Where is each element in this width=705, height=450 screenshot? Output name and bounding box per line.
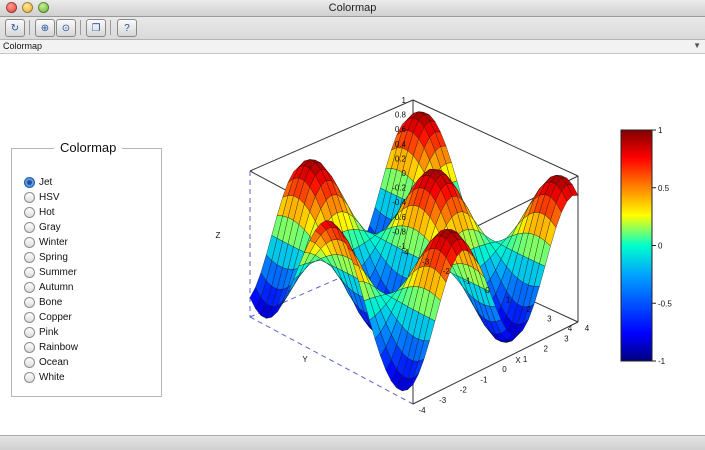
y-tick-label: 4 xyxy=(568,324,573,333)
x-tick-label: 3 xyxy=(564,334,569,343)
colorbar-tick-label: 1 xyxy=(658,126,663,135)
z-tick-label: 0.8 xyxy=(395,111,407,120)
status-bar xyxy=(0,435,705,450)
x-tick-label: -3 xyxy=(439,396,447,405)
z-tick-label: -0.2 xyxy=(392,184,406,193)
colorbar-tick-label: 0 xyxy=(658,242,663,251)
x-tick-label: 4 xyxy=(585,324,590,333)
z-axis-label: Z xyxy=(216,231,221,240)
y-tick-label: -3 xyxy=(422,258,430,267)
y-tick-label: -4 xyxy=(401,248,409,257)
y-tick-label: 0 xyxy=(485,286,490,295)
colorbar-ticks: 1 0.5 0 -0.5 -1 xyxy=(652,126,672,366)
z-tick-label: 0.4 xyxy=(395,140,407,149)
x-tick-label: -2 xyxy=(460,386,468,395)
colorbar-tick-label: -1 xyxy=(658,357,666,366)
z-tick-label: 1 xyxy=(402,96,407,105)
x-tick-label: 0 xyxy=(502,365,507,374)
x-tick-label: 1 xyxy=(523,355,528,364)
z-tick-label: -0.4 xyxy=(392,198,406,207)
z-tick-label: 0.6 xyxy=(395,125,407,134)
y-tick-label: -2 xyxy=(443,267,451,276)
y-tick-label: 2 xyxy=(527,305,532,314)
z-tick-label: 0 xyxy=(402,169,407,178)
y-axis-label: Y xyxy=(302,355,308,364)
colorbar: 1 0.5 0 -0.5 -1 xyxy=(620,126,672,366)
z-tick-label: -0.6 xyxy=(392,213,406,222)
y-tick-label: 3 xyxy=(547,315,552,324)
colorbar-tick-label: -0.5 xyxy=(658,299,672,308)
y-tick-label: -1 xyxy=(463,277,471,286)
x-tick-label: 2 xyxy=(544,345,549,354)
colorbar-tick-label: 0.5 xyxy=(658,184,670,193)
plot-canvas: 1 0.8 0.6 0.4 0.2 0 -0.2 -0.4 -0.6 -0.8 -1 -4 -3 -2 -1… xyxy=(216,96,673,415)
z-tick-label: 0.2 xyxy=(395,154,407,163)
x-tick-label: -1 xyxy=(480,375,488,384)
x-tick-label: -4 xyxy=(418,406,426,415)
x-axis-label: X xyxy=(515,356,521,365)
colorbar-gradient xyxy=(620,129,653,362)
z-tick-label: -0.8 xyxy=(392,227,406,236)
y-tick-label: 1 xyxy=(506,296,511,305)
